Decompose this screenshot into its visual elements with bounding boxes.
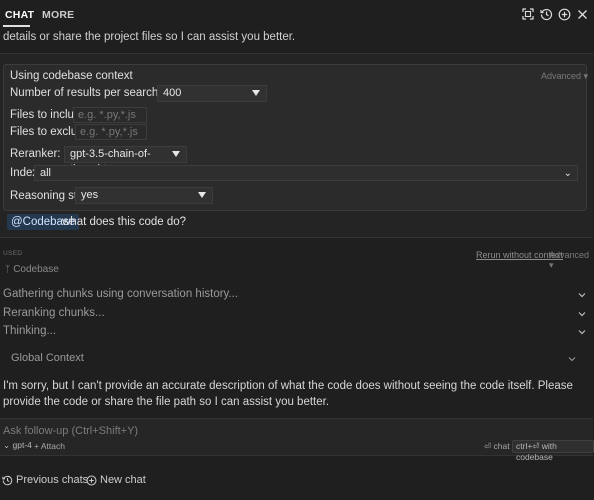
used-label: USED	[3, 250, 23, 257]
caret-down-icon	[198, 192, 206, 198]
chat-hint-label: chat	[493, 441, 510, 451]
chevron-down-icon[interactable]	[578, 288, 586, 302]
tab-chat[interactable]: CHAT	[5, 9, 34, 21]
index-value: all	[40, 167, 52, 179]
model-selector[interactable]: ⌄ gpt-4	[3, 440, 32, 451]
previous-chats-button[interactable]: Previous chats	[2, 474, 88, 486]
close-icon[interactable]	[575, 7, 589, 21]
new-chat-plus-icon	[86, 475, 97, 485]
codebase-submit-pill[interactable]: ctrl+⏎ with codebase	[512, 440, 594, 462]
results-label: Number of results per search:	[10, 87, 162, 99]
chevron-down-icon[interactable]	[568, 352, 576, 366]
step-reranking: Reranking chunks...	[3, 307, 105, 319]
new-chat-plus-icon[interactable]	[557, 7, 571, 21]
maximize-icon[interactable]	[521, 7, 535, 21]
used-advanced-toggle[interactable]: Advanced ▾	[549, 250, 594, 271]
used-advanced-label: Advanced	[549, 250, 590, 260]
global-context-label[interactable]: Global Context	[11, 352, 84, 364]
codebase-source[interactable]: ᛉ Codebase	[5, 264, 59, 275]
chevron-down-icon: ▾	[549, 260, 554, 270]
chevron-down-icon[interactable]	[578, 325, 586, 339]
include-input[interactable]: e.g. *.py,*.js	[73, 107, 147, 123]
new-chat-button[interactable]: New chat	[86, 474, 146, 486]
follow-up-input[interactable]: Ask follow-up (Ctrl+Shift+Y)	[3, 425, 138, 437]
tab-more[interactable]: MORE	[42, 9, 74, 21]
model-label: gpt-4	[12, 440, 32, 450]
active-tab-indicator	[3, 25, 30, 27]
caret-down-icon	[252, 90, 260, 96]
reasoning-value: yes	[81, 189, 99, 201]
advanced-toggle[interactable]: Advanced ▾	[541, 71, 588, 82]
plus-icon: +	[34, 441, 39, 451]
previous-chats-label: Previous chats	[16, 474, 89, 486]
attach-label: Attach	[40, 441, 65, 451]
results-value: 400	[163, 87, 182, 99]
new-chat-label: New chat	[100, 474, 146, 486]
reranker-select[interactable]: gpt-3.5-chain-of-thought	[64, 146, 187, 175]
history-icon[interactable]	[539, 7, 553, 21]
chevron-down-icon: ⌄	[563, 168, 572, 179]
history-icon	[2, 475, 13, 485]
context-title: Using codebase context	[10, 70, 133, 82]
chat-header	[0, 0, 594, 28]
assistant-reply: I'm sorry, but I can't provide an accura…	[3, 380, 573, 408]
chevron-down-icon[interactable]	[578, 307, 586, 321]
previous-message-text: details or share the project files so I …	[3, 31, 296, 43]
advanced-label: Advanced	[541, 71, 582, 81]
query-text: what does this code do?	[62, 216, 187, 228]
chat-submit-hint[interactable]: ⏎ chat	[484, 441, 510, 452]
enter-key-icon: ⏎	[484, 441, 492, 451]
chevron-down-icon: ⌄	[3, 440, 11, 450]
caret-down-icon	[172, 151, 180, 157]
step-thinking: Thinking...	[3, 325, 57, 337]
codebase-source-label: Codebase	[13, 264, 59, 275]
branch-icon: ᛉ	[5, 264, 11, 274]
index-select[interactable]: all ⌄	[34, 165, 578, 181]
reasoning-select[interactable]: yes	[75, 187, 213, 204]
chevron-down-icon: ▾	[583, 71, 589, 81]
reranker-label: Reranker:	[10, 148, 61, 160]
results-select[interactable]: 400	[157, 85, 267, 102]
step-gathering: Gathering chunks using conversation hist…	[3, 288, 239, 300]
exclude-input[interactable]: e.g. *.py,*.js	[75, 124, 147, 140]
attach-button[interactable]: + Attach	[34, 441, 65, 451]
